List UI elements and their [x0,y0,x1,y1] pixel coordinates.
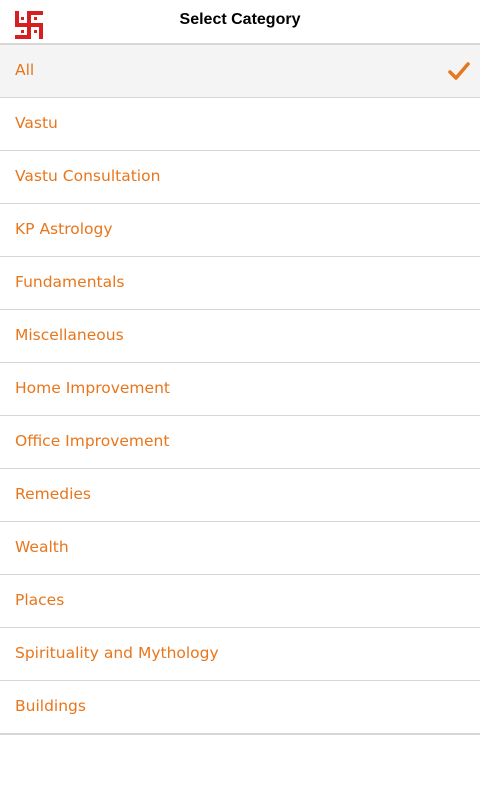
list-bottom-divider [0,734,480,735]
category-item-label: KP Astrology [15,220,113,238]
category-item-label: Wealth [15,538,69,556]
category-item[interactable]: Home Improvement [0,363,480,416]
page-title: Select Category [179,11,301,28]
category-item[interactable]: Miscellaneous [0,310,480,363]
category-item-label: All [15,61,35,79]
category-item-label: Spirituality and Mythology [15,644,219,662]
category-item[interactable]: Vastu Consultation [0,151,480,204]
category-item[interactable]: All [0,45,480,98]
category-item[interactable]: Buildings [0,681,480,734]
category-item-label: Buildings [15,697,86,715]
category-item-label: Home Improvement [15,379,170,397]
category-item-label: Fundamentals [15,273,125,291]
category-item[interactable]: Office Improvement [0,416,480,469]
category-item[interactable]: Wealth [0,522,480,575]
category-item[interactable]: Vastu [0,98,480,151]
category-item-label: Remedies [15,485,92,503]
checkmark-icon [448,62,470,80]
category-item[interactable]: KP Astrology [0,204,480,257]
category-item[interactable]: Spirituality and Mythology [0,628,480,681]
category-item-label: Office Improvement [15,432,170,450]
category-item-label: Places [15,591,65,609]
category-item[interactable]: Places [0,575,480,628]
category-list: All Vastu Vastu Consultation KP Astrology Fu… [0,45,480,734]
category-item[interactable]: Remedies [0,469,480,522]
category-item-label: Vastu Consultation [15,167,161,185]
app-header: Select Category [0,0,480,45]
category-item[interactable]: Fundamentals [0,257,480,310]
category-item-label: Miscellaneous [15,326,124,344]
category-item-label: Vastu [15,114,58,132]
